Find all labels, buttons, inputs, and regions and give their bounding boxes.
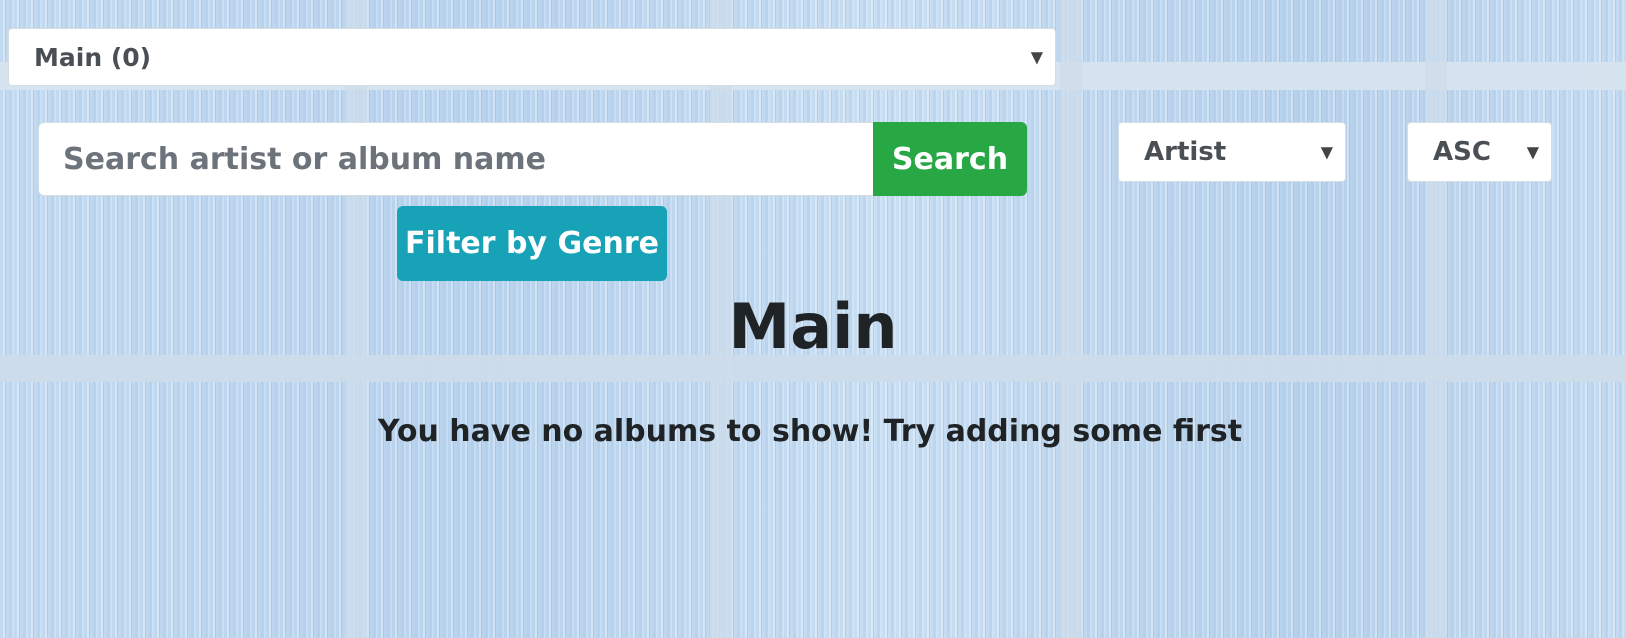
search-input[interactable] <box>38 122 873 196</box>
collection-select-value: Main (0) <box>34 42 152 72</box>
sort-order-value: ASC <box>1433 137 1491 167</box>
search-button[interactable]: Search <box>873 122 1027 196</box>
filter-by-genre-button[interactable]: Filter by Genre <box>397 206 667 281</box>
sort-field-select[interactable]: Artist ▼ <box>1118 122 1346 182</box>
sort-order-select[interactable]: ASC ▼ <box>1407 122 1552 182</box>
page-title: Main <box>728 290 898 363</box>
sort-field-value: Artist <box>1144 137 1227 167</box>
chevron-down-icon: ▼ <box>1320 142 1333 162</box>
chevron-down-icon: ▼ <box>1526 142 1539 162</box>
empty-state-message: You have no albums to show! Try adding s… <box>377 414 1243 449</box>
collection-select[interactable]: Main (0) ▼ <box>8 28 1056 86</box>
chevron-down-icon: ▼ <box>1030 47 1043 67</box>
